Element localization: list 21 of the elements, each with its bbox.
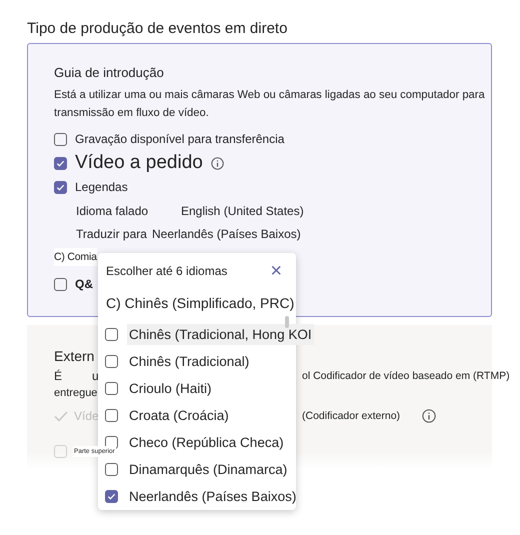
text-fragment: entregue [54, 387, 98, 399]
comments-label: C) Comia [54, 248, 97, 266]
setting-label: Traduzir para [76, 226, 148, 240]
card-description: Está a utilizar uma ou mais câmaras Web ou câmaras ligadas ao seu computador para transmissão em fluxo de vídeo. [54, 88, 485, 121]
checkbox-label: Vídeo a pedido [75, 152, 203, 174]
card-heading: Guia de introdução [54, 65, 165, 80]
text-fragment: u [92, 369, 99, 383]
setting-value: Neerlandês (Países Baixos) [152, 226, 301, 240]
text-fragment: ol Codificador de vídeo baseado em (RTMP) [302, 370, 510, 382]
checkbox-label: Víde [74, 409, 99, 423]
text-fragment: É [54, 369, 62, 383]
checkbox-label: Gravação disponível para transferência [75, 132, 284, 146]
setting-value: English (United States) [181, 204, 304, 218]
current-language: C) Chinês (Simplificado, PRC) [105, 294, 296, 313]
checkbox-label: Legendas [75, 180, 128, 194]
text-fragment: (Codificador externo) [302, 410, 400, 422]
card-heading: Extern [54, 348, 94, 364]
checkbox-label: Q& [75, 277, 93, 291]
popup-title: Escolher até 6 idiomas [106, 264, 228, 278]
setting-label: Idioma falado [76, 204, 150, 218]
section-title: Tipo de produção de eventos em direto [27, 20, 288, 37]
